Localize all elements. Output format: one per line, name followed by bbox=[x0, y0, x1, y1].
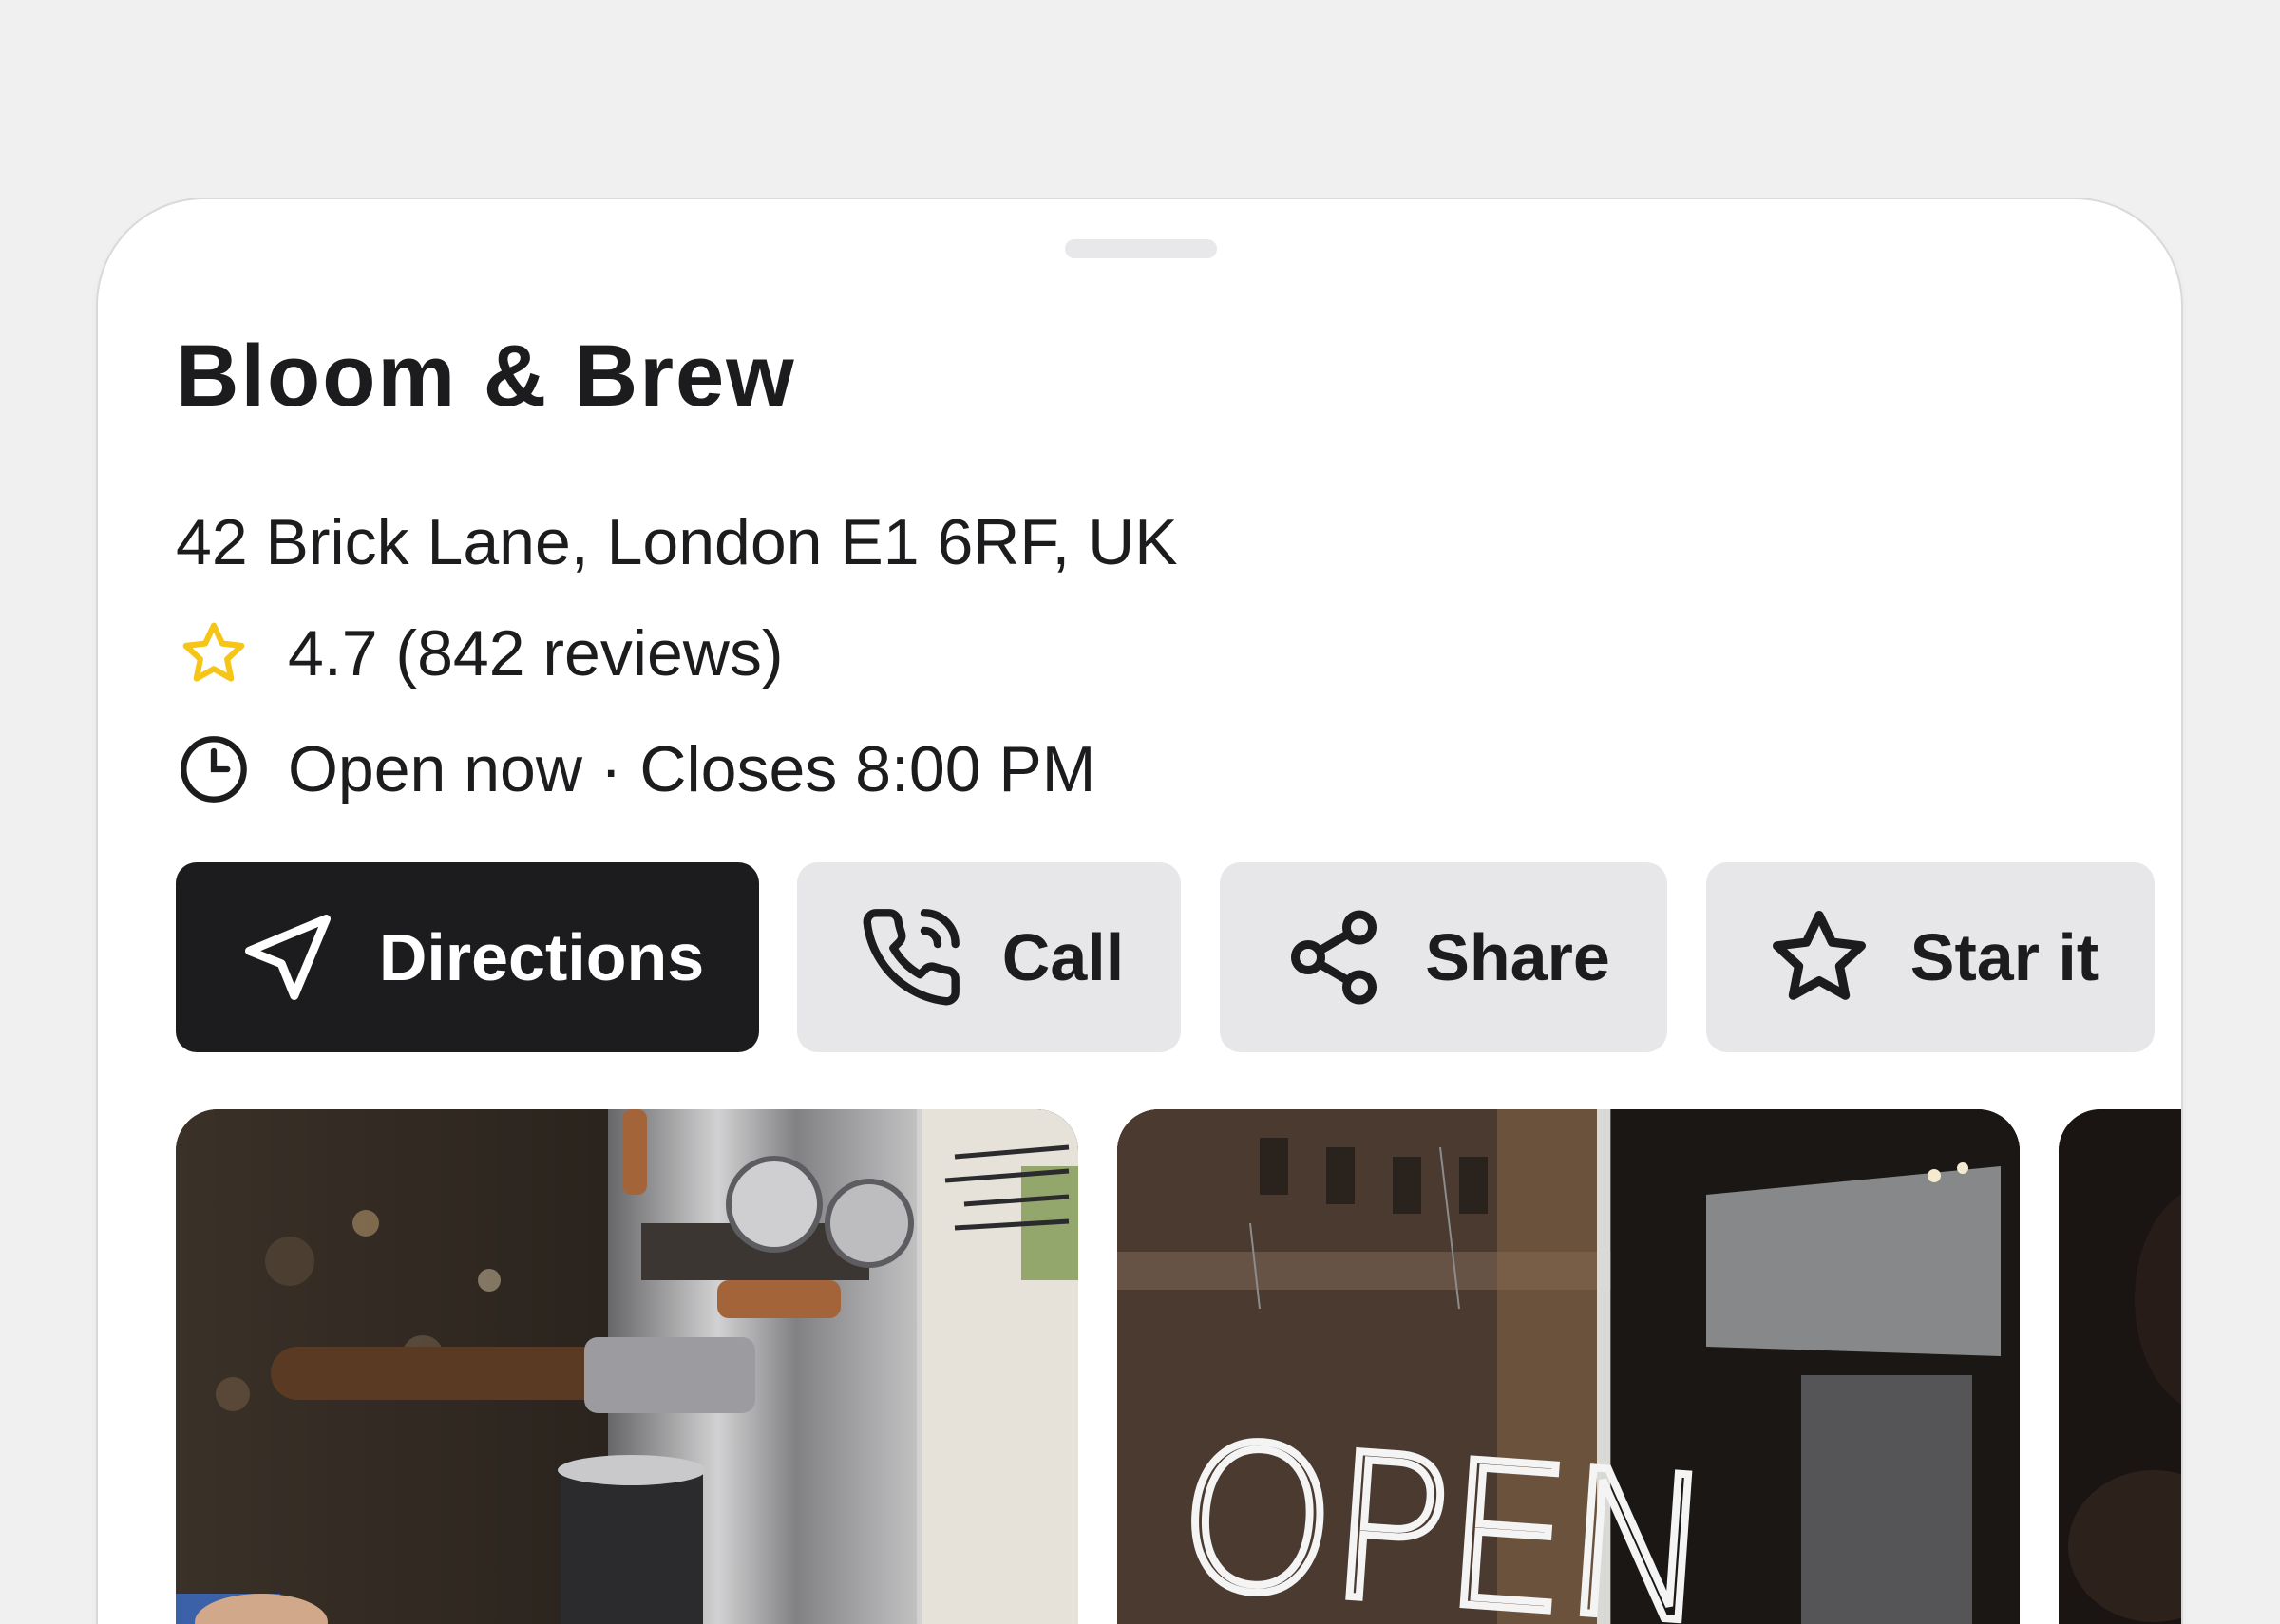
hours-row: Open now · Closes 8:00 PM bbox=[176, 731, 1095, 807]
rating-row: 4.7 (842 reviews) bbox=[176, 615, 784, 691]
star-it-button[interactable]: Star it bbox=[1706, 862, 2155, 1052]
rating-text: 4.7 (842 reviews) bbox=[288, 617, 784, 689]
phone-icon bbox=[854, 900, 968, 1014]
hours-text: Open now · Closes 8:00 PM bbox=[288, 733, 1096, 805]
photo-espresso-machine[interactable] bbox=[176, 1109, 1078, 1624]
open-sign-text: OPEN bbox=[1171, 1399, 1716, 1624]
share-button[interactable]: Share bbox=[1220, 862, 1667, 1052]
navigation-arrow-icon bbox=[231, 900, 345, 1014]
share-label: Share bbox=[1425, 920, 1610, 994]
directions-button[interactable]: Directions bbox=[176, 862, 759, 1052]
directions-label: Directions bbox=[378, 920, 705, 994]
place-name: Bloom & Brew bbox=[176, 328, 796, 425]
call-label: Call bbox=[1001, 920, 1125, 994]
star-outline-icon bbox=[1762, 900, 1876, 1014]
clock-icon bbox=[176, 731, 252, 807]
share-icon bbox=[1277, 900, 1391, 1014]
call-button[interactable]: Call bbox=[797, 862, 1181, 1052]
place-address: 42 Brick Lane, London E1 6RF, UK bbox=[176, 506, 1178, 578]
drag-handle[interactable] bbox=[1065, 239, 1217, 258]
place-details-sheet: Bloom & Brew 42 Brick Lane, London E1 6R… bbox=[98, 199, 2181, 1624]
photo-interior[interactable] bbox=[2059, 1109, 2181, 1624]
star-it-label: Star it bbox=[1910, 920, 2100, 994]
star-icon bbox=[176, 615, 252, 691]
photo-open-sign[interactable]: OPEN bbox=[1117, 1109, 2020, 1624]
